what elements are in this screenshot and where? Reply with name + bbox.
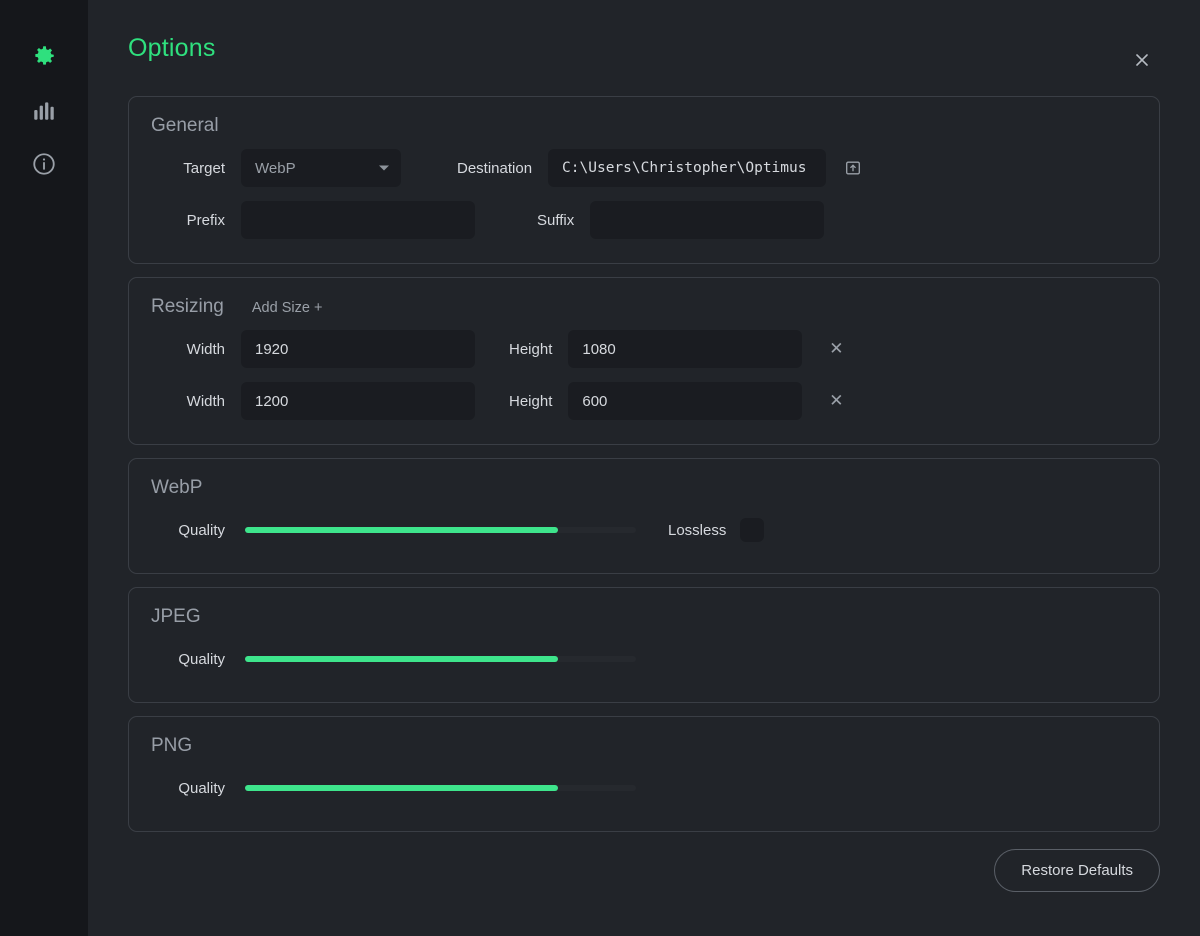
target-select-value[interactable]: WebP <box>241 149 401 187</box>
title-bar: Options <box>128 0 1160 96</box>
jpeg-quality-row: Quality <box>151 636 1137 682</box>
options-window: Options General Target WebP Destination <box>0 0 1200 936</box>
sidebar-item-statistics[interactable] <box>22 88 66 132</box>
open-folder-icon <box>844 159 862 177</box>
page-title: Options <box>128 34 216 63</box>
sidebar-item-settings[interactable] <box>22 34 66 78</box>
remove-size-button[interactable]: ✕ <box>822 335 850 363</box>
width-input[interactable]: 1920 <box>241 330 475 368</box>
webp-panel: WebP Quality Lossless <box>128 458 1160 574</box>
target-select[interactable]: WebP <box>241 149 401 187</box>
size-row: Width 1200 Height 600 ✕ <box>151 378 1137 424</box>
jpeg-title: JPEG <box>151 606 201 628</box>
webp-quality-row: Quality Lossless <box>151 507 1137 553</box>
width-label: Width <box>151 341 225 358</box>
prefix-label: Prefix <box>151 212 225 229</box>
suffix-label: Suffix <box>537 212 574 229</box>
close-icon <box>1134 52 1150 68</box>
close-button[interactable] <box>1126 44 1158 76</box>
size-row: Width 1920 Height 1080 ✕ <box>151 326 1137 372</box>
sidebar-item-about[interactable] <box>22 142 66 186</box>
slider-fill <box>245 656 558 662</box>
options-content: Options General Target WebP Destination <box>88 0 1200 936</box>
lossless-label: Lossless <box>668 522 726 539</box>
quality-label: Quality <box>151 651 225 668</box>
prefix-input[interactable] <box>241 201 475 239</box>
restore-defaults-button[interactable]: Restore Defaults <box>994 849 1160 892</box>
png-quality-slider[interactable] <box>245 785 636 791</box>
suffix-input[interactable] <box>590 201 824 239</box>
remove-size-button[interactable]: ✕ <box>822 387 850 415</box>
gear-icon <box>31 43 57 69</box>
png-header: PNG <box>151 735 1137 757</box>
png-title: PNG <box>151 735 192 757</box>
resizing-panel: Resizing Add Size + Width 1920 Height 10… <box>128 277 1160 445</box>
general-panel: General Target WebP Destination C:\Users… <box>128 96 1160 264</box>
resizing-title: Resizing <box>151 296 224 318</box>
webp-header: WebP <box>151 477 1137 499</box>
lossless-checkbox[interactable] <box>740 518 764 542</box>
destination-input[interactable]: C:\Users\Christopher\Optimus <box>548 149 826 187</box>
destination-label: Destination <box>457 160 532 177</box>
slider-fill <box>245 785 558 791</box>
height-input[interactable]: 1080 <box>568 330 802 368</box>
quality-label: Quality <box>151 780 225 797</box>
png-panel: PNG Quality <box>128 716 1160 832</box>
sidebar <box>0 0 88 936</box>
width-label: Width <box>151 393 225 410</box>
info-circle-icon <box>31 151 57 177</box>
webp-quality-slider[interactable] <box>245 527 636 533</box>
slider-fill <box>245 527 558 533</box>
browse-destination-button[interactable] <box>840 155 866 181</box>
height-input[interactable]: 600 <box>568 382 802 420</box>
general-header: General <box>151 115 1137 137</box>
footer: Restore Defaults <box>128 849 1160 892</box>
jpeg-panel: JPEG Quality <box>128 587 1160 703</box>
bar-chart-icon <box>31 97 57 123</box>
target-destination-row: Target WebP Destination C:\Users\Christo… <box>151 145 1137 191</box>
resizing-header: Resizing Add Size + <box>151 296 1137 318</box>
quality-label: Quality <box>151 522 225 539</box>
general-title: General <box>151 115 219 137</box>
prefix-suffix-row: Prefix Suffix <box>151 197 1137 243</box>
height-label: Height <box>509 393 552 410</box>
jpeg-header: JPEG <box>151 606 1137 628</box>
add-size-button[interactable]: Add Size + <box>252 300 323 316</box>
height-label: Height <box>509 341 552 358</box>
width-input[interactable]: 1200 <box>241 382 475 420</box>
target-label: Target <box>151 160 225 177</box>
webp-title: WebP <box>151 477 202 499</box>
png-quality-row: Quality <box>151 765 1137 811</box>
jpeg-quality-slider[interactable] <box>245 656 636 662</box>
